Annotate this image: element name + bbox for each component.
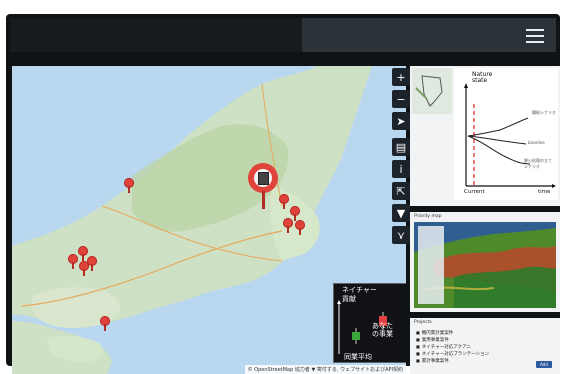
site-outline [412,68,452,114]
priority-map-title: Priority map [414,214,442,219]
projects-panel: Projects 機内累計業案件 業用事業案件 ネイチャー対応アクアニ ネイチャ… [410,318,560,374]
project-pin[interactable] [79,261,89,276]
aggressive-scenario-label: 積極シナリオ [532,110,556,115]
selected-project-pin[interactable] [248,163,278,209]
hamburger-icon[interactable] [526,25,544,45]
pin-inner [254,169,272,187]
project-item[interactable]: ネイチャー対応プランテーション [416,351,489,358]
scenario-panel: Nature state 積極シナリオ baseline 野火処理の立て シナリ… [410,66,560,206]
projects-list: 機内累計業案件 業用事業案件 ネイチャー対応アクアニ ネイチャー対応プランテーシ… [416,330,489,365]
project-item[interactable]: 累計事業案件 [416,358,489,365]
project-item[interactable]: ネイチャー対応アクアニ [416,344,489,351]
legend-your-business: あなた の事業 [372,322,393,338]
x-time-label: time [538,189,551,195]
nature-contribution-legend: ネイチャー 貢献 あなた の事業 同業平均 [333,283,406,363]
projects-title: Projects [414,320,432,325]
top-bar [10,18,556,52]
project-item[interactable]: 機内累計業案件 [416,330,489,337]
app-frame: ネイチャー 貢献 あなた の事業 同業平均 © OpenStreetMap 協力… [6,14,560,374]
top-bar-left [10,18,302,52]
project-pin[interactable] [68,254,78,269]
filter-icon[interactable]: ⋎ [392,226,410,244]
info-icon[interactable]: i [392,160,410,178]
project-pin[interactable] [295,220,305,235]
legend-average: 同業平均 [344,353,372,361]
document-icon [257,171,269,185]
map-toolbar: + − ➤ ▤ i ⇱ ▼ ⋎ [392,68,410,248]
project-pin[interactable] [279,194,289,209]
scenario-chart [464,83,556,188]
pin-tail [262,191,265,209]
x-current-label: Current [464,189,485,195]
add-project-button[interactable]: Add [536,361,552,368]
zoom-out-button[interactable]: − [392,90,410,108]
top-bar-right [302,18,556,52]
map-view[interactable]: ネイチャー 貢献 あなた の事業 同業平均 © OpenStreetMap 協力… [12,66,406,374]
project-pin[interactable] [100,316,110,331]
project-pin[interactable] [124,178,134,193]
baseline-label: baseline [528,140,545,145]
project-item[interactable]: 業用事業案件 [416,337,489,344]
priority-heatmap[interactable] [414,222,556,308]
content-area: ネイチャー 貢献 あなた の事業 同業平均 © OpenStreetMap 協力… [12,66,562,374]
site-thumbnail[interactable] [412,68,452,114]
priority-heatmap-canvas [414,222,556,308]
conservative-scenario-label: 野火処理の立て シナリオ [524,158,552,169]
priority-map-panel: Priority map [410,212,560,312]
aggressive-scenario-line [467,117,529,137]
scenario-chart-card: Nature state 積極シナリオ baseline 野火処理の立て シナリ… [454,68,558,200]
average-bar [352,332,360,340]
share-icon[interactable]: ⇱ [392,182,410,200]
comment-icon[interactable]: ▼ [392,204,410,222]
legend-chart [337,300,387,354]
locate-icon[interactable]: ➤ [392,112,410,130]
layers-icon[interactable]: ▤ [392,138,410,156]
zoom-in-button[interactable]: + [392,68,410,86]
project-pin[interactable] [283,218,293,233]
y-axis-title: Nature state [472,71,493,84]
